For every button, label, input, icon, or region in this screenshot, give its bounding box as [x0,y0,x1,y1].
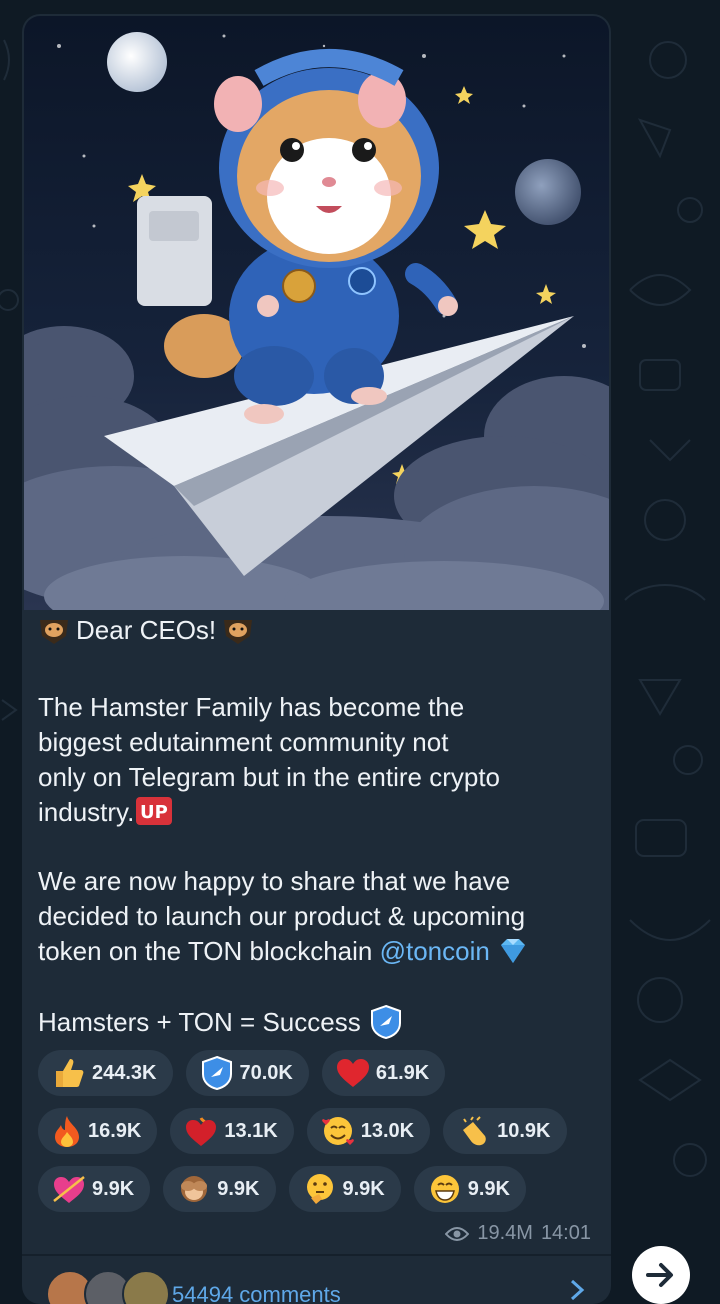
greeting-line: Dear CEOs! [38,610,598,650]
reaction-count: 13.1K [224,1119,278,1142]
see-no-evil-monkey-icon [181,1176,208,1202]
arrow-right-icon [646,1263,673,1287]
reaction-thumbs-up[interactable]: 244.3K [38,1050,173,1096]
reaction-count: 244.3K [92,1061,157,1084]
reaction-count: 10.9K [497,1119,551,1142]
heart-with-arrow-icon [53,1176,85,1203]
hamster-emoji-icon [40,620,68,644]
post-image[interactable] [24,16,609,610]
ton-shield-icon [201,1055,232,1091]
reaction-count: 13.0K [360,1119,415,1142]
reaction-count: 16.9K [88,1119,142,1142]
clapping-hands-icon [463,1116,486,1146]
reaction-grinning-face[interactable]: 9.9K [413,1166,526,1212]
channel-post-bubble: Dear CEOs! The Hamster Family has become… [22,14,611,1304]
post-paragraph-3: Hamsters + TON = Success [38,1002,598,1042]
hamster-emoji-icon [224,620,253,644]
fire-icon [55,1116,79,1147]
comments-count-label: 54494 comments [172,1282,341,1304]
heart-on-fire-icon [186,1117,217,1146]
comments-bar[interactable]: 54494 comments [22,1256,611,1304]
reaction-count: 9.9K [92,1177,135,1200]
reaction-red-heart[interactable]: 61.9K [321,1050,446,1096]
reaction-heart-on-fire[interactable]: 13.1K [170,1108,294,1154]
reaction-see-no-evil-monkey[interactable]: 9.9K [163,1166,276,1212]
reaction-thinking-face[interactable]: 9.9K [288,1166,401,1212]
reactions-panel: 244.3K 70.0K 61.9K 16.9K 13.1K 13.0K 10.… [38,1050,598,1224]
reaction-fire[interactable]: 16.9K [38,1108,158,1154]
views-count: 19.4M [477,1222,533,1244]
grinning-face-icon [430,1175,459,1203]
reaction-heart-arrow[interactable]: 9.9K [38,1166,151,1212]
up-button-emoji-icon: UP [136,797,173,825]
reaction-clapping-hands[interactable]: 10.9K [443,1108,567,1154]
svg-text:UP: UP [140,802,168,823]
reaction-ton-shield[interactable]: 70.0K [185,1050,309,1096]
toncoin-mention-link[interactable]: @toncoin [380,936,490,966]
thinking-face-icon [306,1174,333,1204]
gem-emoji-icon [501,939,526,963]
red-heart-icon [336,1059,369,1087]
reaction-count: 61.9K [375,1061,430,1084]
commenter-avatar [122,1270,170,1304]
reaction-count: 9.9K [342,1177,385,1200]
eye-icon [445,1226,470,1241]
post-paragraph-1: The Hamster Family has become the bigges… [38,690,598,830]
post-meta: 19.4M 14:01 [445,1222,591,1245]
paragraph-1-text: The Hamster Family has become the bigges… [38,692,501,827]
chevron-right-icon [570,1279,585,1301]
reaction-count: 70.0K [239,1061,293,1084]
share-button[interactable] [632,1246,690,1304]
reaction-count: 9.9K [467,1177,510,1200]
smiling-face-with-hearts-icon [321,1117,354,1145]
post-paragraph-2: We are now happy to share that we have d… [38,864,598,969]
paragraph-3-text: Hamsters + TON = Success [38,1006,361,1037]
greeting-text: Dear CEOs! [76,614,217,645]
thumbs-up-icon [56,1059,84,1087]
ton-shield-emoji-icon [370,1004,401,1040]
reaction-count: 9.9K [217,1177,260,1200]
post-time: 14:01 [540,1222,591,1244]
reaction-smiling-hearts[interactable]: 13.0K [306,1108,431,1154]
